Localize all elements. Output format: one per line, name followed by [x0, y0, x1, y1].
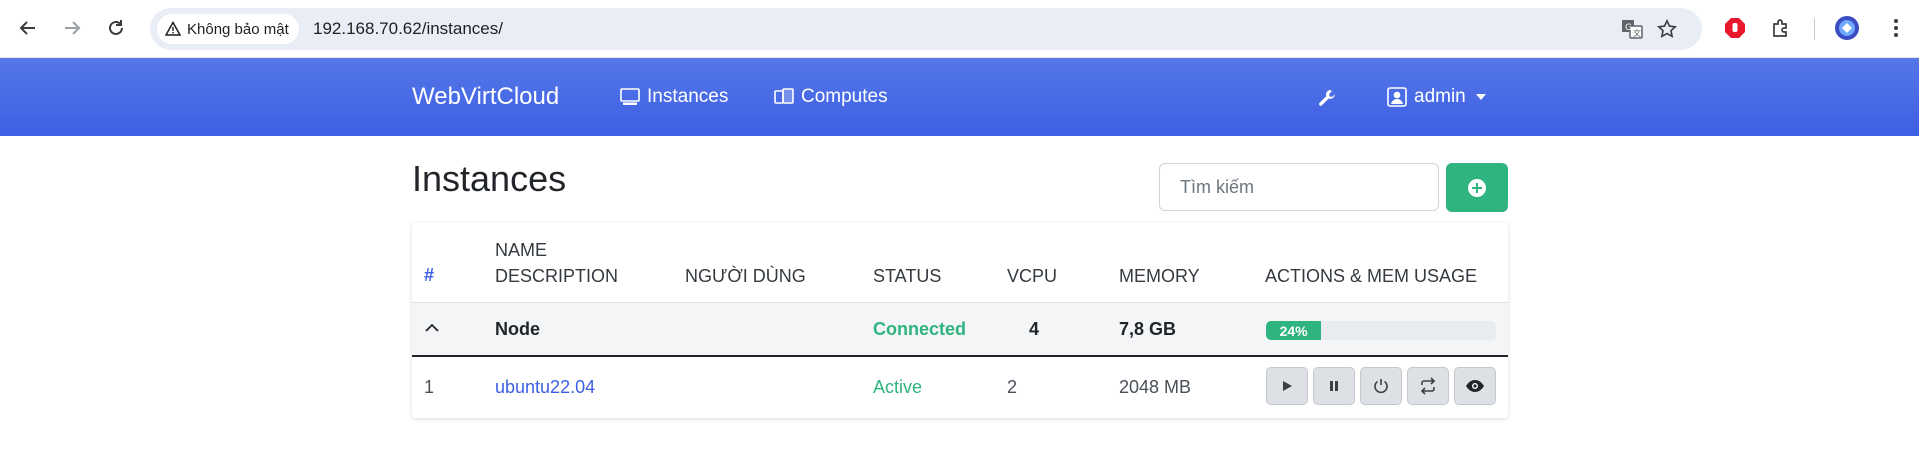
nav-item-instances[interactable]: Instances — [619, 86, 728, 108]
node-status: Connected — [873, 319, 967, 339]
extensions-puzzle-icon[interactable] — [1767, 14, 1795, 42]
monitor-icon — [619, 87, 641, 107]
instance-vcpu: 2 — [1007, 377, 1018, 397]
mem-usage-progress: 24% — [1266, 321, 1496, 340]
instance-status: Active — [873, 377, 923, 397]
eye-icon — [1466, 380, 1484, 392]
instance-index: 1 — [424, 377, 435, 397]
col-header-description[interactable]: DESCRIPTION — [495, 263, 618, 289]
power-icon — [1374, 379, 1388, 394]
node-name: Node — [495, 319, 540, 339]
reload-button[interactable] — [100, 12, 132, 44]
col-header-vcpu[interactable]: VCPU — [1007, 263, 1057, 289]
svg-text:文: 文 — [1633, 28, 1641, 38]
bookmark-star-icon[interactable] — [1655, 17, 1679, 41]
arrow-left-icon — [19, 21, 35, 35]
instance-name-link[interactable]: ubuntu22.04 — [495, 376, 595, 398]
page-title: Instances — [412, 158, 567, 199]
warning-icon — [165, 21, 181, 36]
security-chip[interactable]: Không bảo mật — [157, 14, 299, 44]
nav-item-instances-label: Instances — [647, 86, 729, 107]
forward-button[interactable] — [56, 12, 88, 44]
toolbar-divider — [1814, 18, 1815, 40]
back-button[interactable] — [12, 12, 44, 44]
col-header-status[interactable]: STATUS — [873, 263, 941, 289]
arrow-right-icon — [65, 21, 81, 35]
add-instance-button[interactable] — [1446, 163, 1508, 212]
server-icon — [773, 87, 795, 107]
power-button[interactable] — [1360, 367, 1402, 405]
mem-usage-bar: 24% — [1266, 321, 1322, 340]
svg-text:G: G — [1625, 23, 1632, 33]
console-button[interactable] — [1454, 367, 1496, 405]
plus-circle-icon — [1468, 178, 1486, 197]
node-divider — [412, 355, 1508, 357]
pause-icon — [1330, 381, 1338, 391]
instances-table: # NAME DESCRIPTION NGƯỜI DÙNG STATUS VCP… — [412, 223, 1508, 418]
user-menu[interactable]: admin — [1386, 86, 1486, 108]
profile-avatar-icon[interactable] — [1833, 14, 1861, 42]
start-button[interactable] — [1266, 367, 1308, 405]
chevron-up-icon[interactable] — [424, 321, 440, 339]
nav-item-computes-label: Computes — [801, 86, 888, 107]
url-text[interactable]: 192.168.70.62/instances/ — [313, 19, 503, 39]
instance-memory: 2048 MB — [1119, 377, 1192, 397]
col-header-hash[interactable]: # — [424, 262, 434, 288]
settings-button[interactable] — [1316, 88, 1338, 108]
refresh-icon — [1420, 377, 1436, 395]
address-bar[interactable]: Không bảo mật 192.168.70.62/instances/ G… — [150, 8, 1702, 50]
col-header-memory[interactable]: MEMORY — [1119, 263, 1200, 289]
chrome-menu-icon[interactable] — [1882, 14, 1910, 42]
node-vcpu: 4 — [1028, 319, 1039, 339]
security-label: Không bảo mật — [187, 20, 289, 38]
reboot-button[interactable] — [1407, 367, 1449, 405]
col-header-user[interactable]: NGƯỜI DÙNG — [685, 263, 806, 289]
browser-toolbar: Không bảo mật 192.168.70.62/instances/ G… — [0, 0, 1919, 58]
search-input[interactable] — [1159, 163, 1439, 211]
nav-item-computes[interactable]: Computes — [773, 86, 888, 108]
app-navbar: WebVirtCloud Instances Computes admin — [0, 58, 1919, 136]
pause-button[interactable] — [1313, 367, 1355, 405]
caret-down-icon — [1475, 94, 1486, 100]
col-header-actions: ACTIONS & MEM USAGE — [1265, 266, 1478, 286]
brand-logo[interactable]: WebVirtCloud — [412, 83, 559, 111]
user-menu-label: admin — [1414, 86, 1466, 107]
translate-icon[interactable]: G文 — [1620, 17, 1644, 41]
user-icon — [1386, 87, 1408, 107]
wrench-icon — [1316, 88, 1338, 108]
play-icon — [1283, 381, 1292, 391]
node-memory: 7,8 GB — [1119, 319, 1177, 339]
adblock-extension-icon[interactable] — [1721, 14, 1749, 42]
col-header-name[interactable]: NAME — [495, 237, 547, 263]
reload-icon — [109, 20, 123, 35]
